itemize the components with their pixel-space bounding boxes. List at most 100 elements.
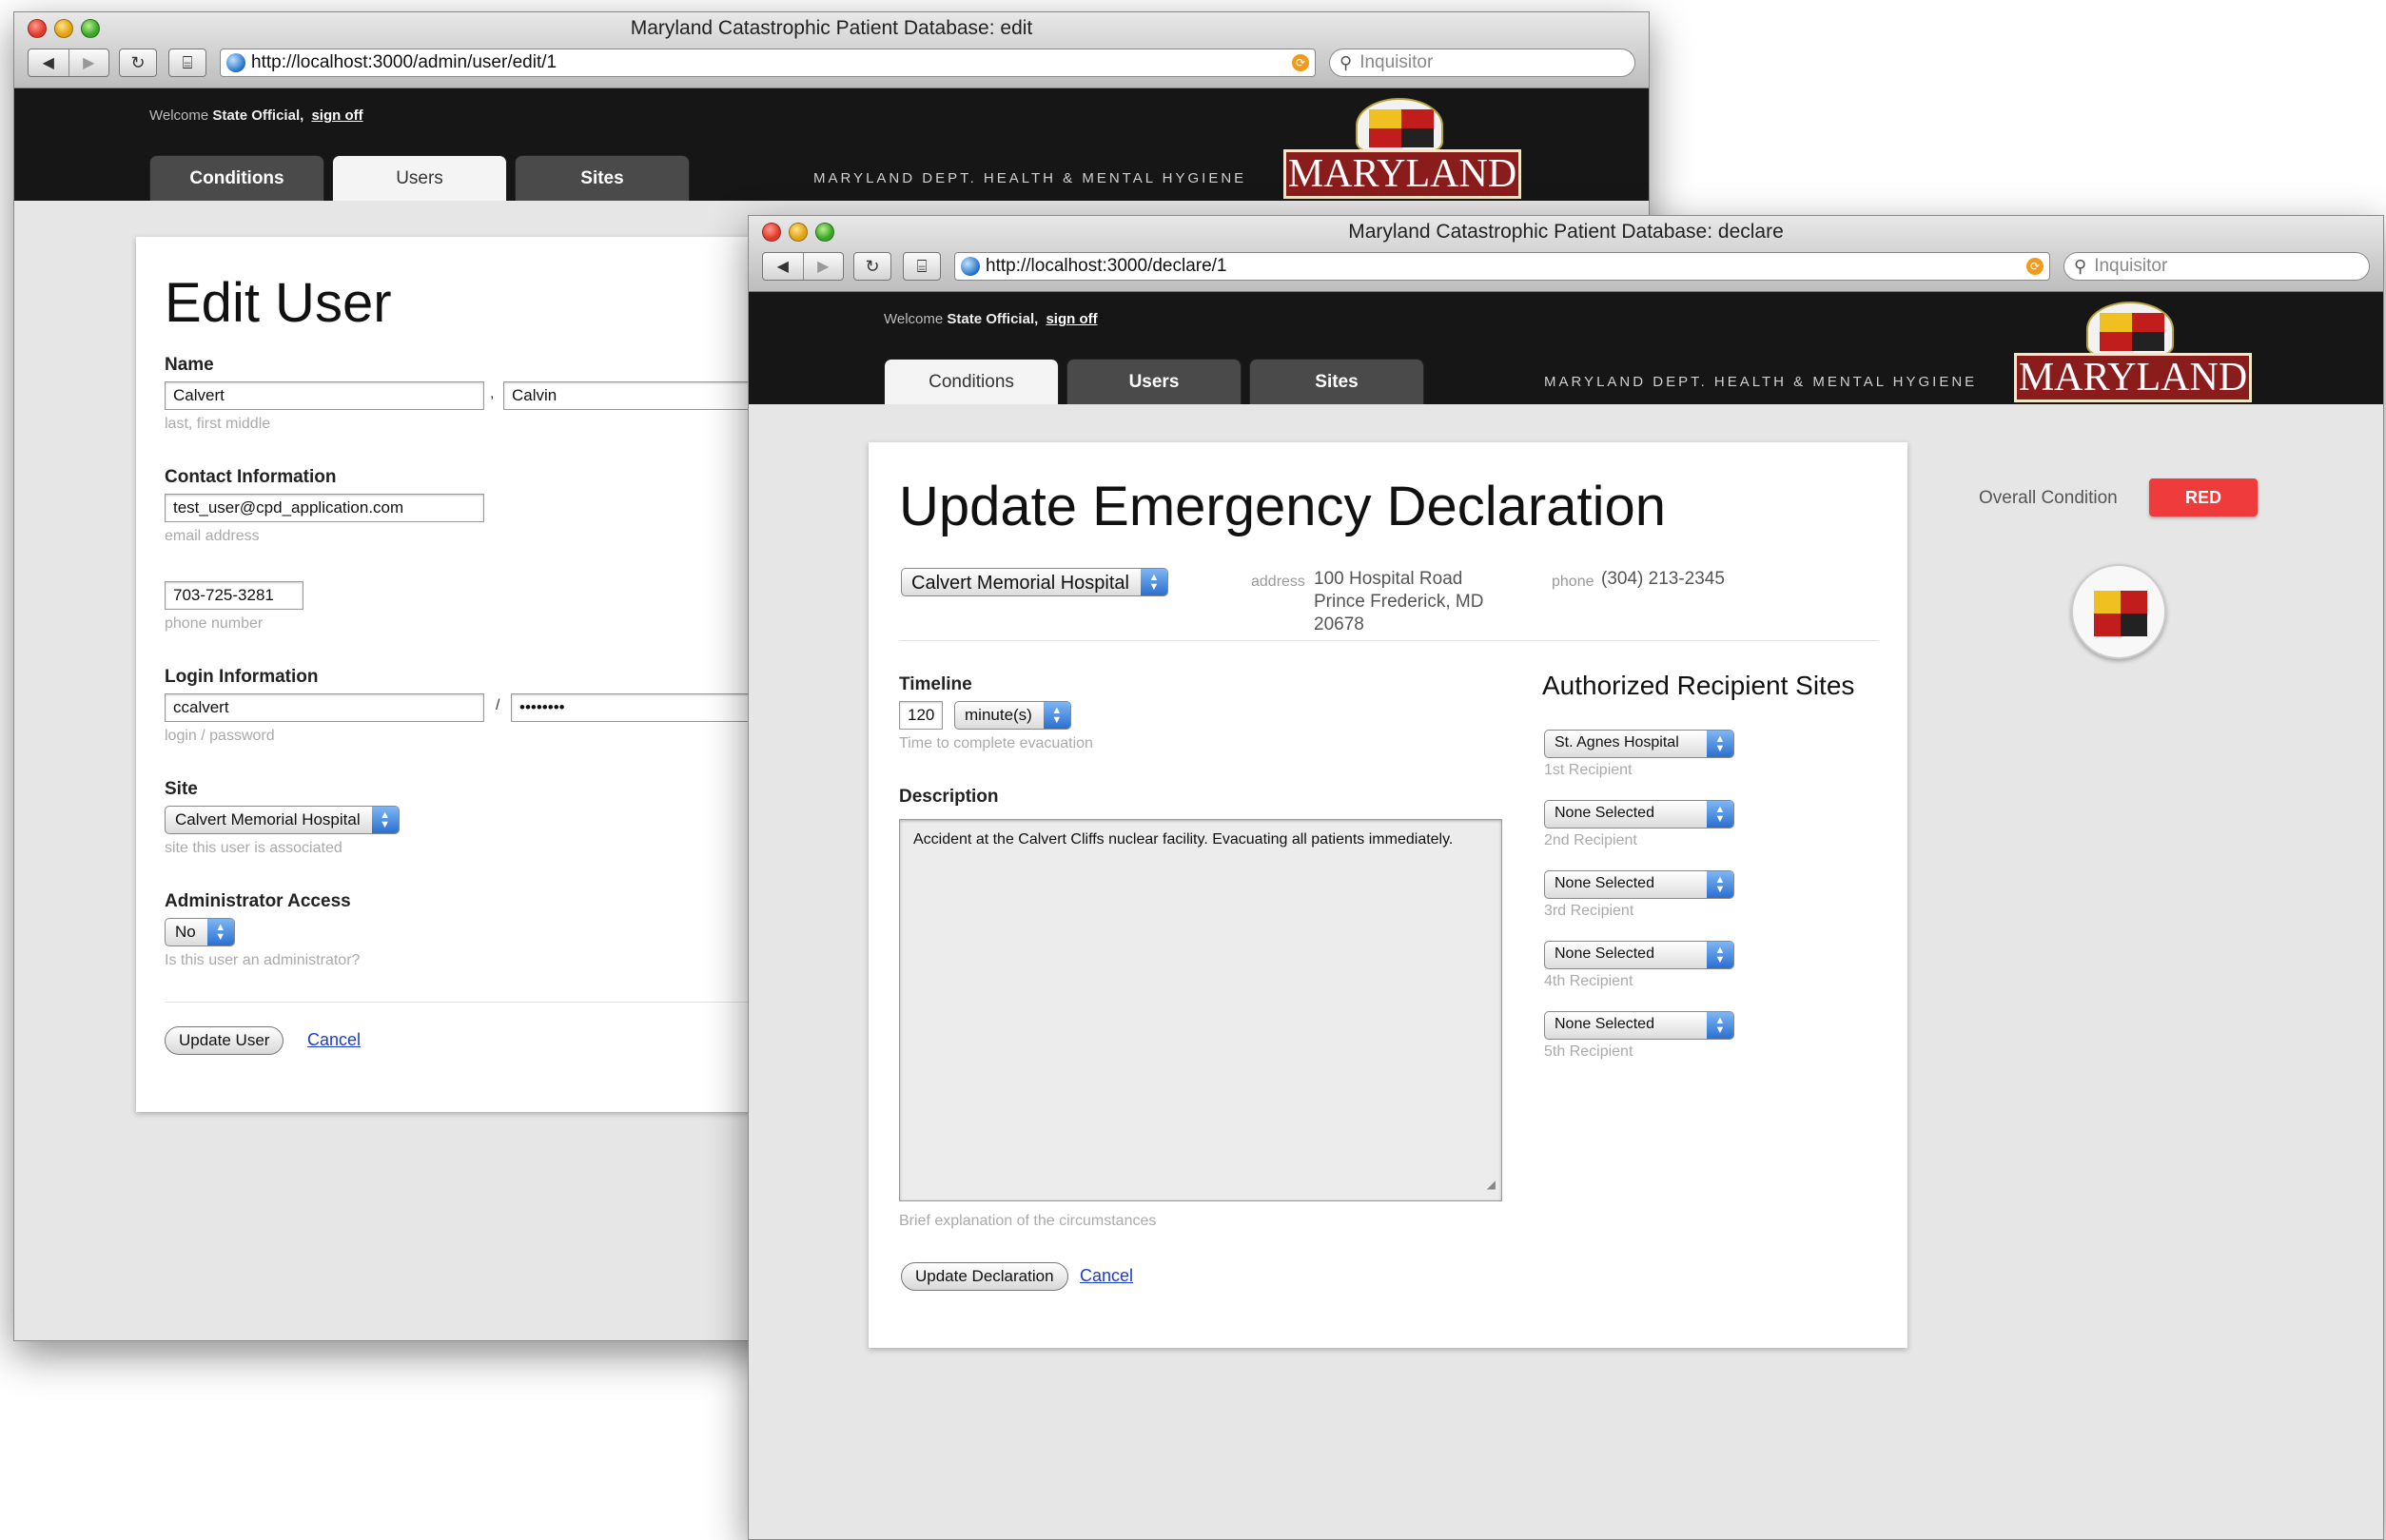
tab-users[interactable]: Users <box>1066 359 1242 404</box>
address-label: address <box>1251 574 1305 590</box>
window-title: Maryland Catastrophic Patient Database: … <box>630 17 1033 39</box>
address-bar[interactable]: http://localhost:3000/admin/user/edit/1 … <box>220 49 1316 77</box>
select-arrows-icon: ▲ ▼ <box>206 919 234 945</box>
declaration-card: Update Emergency Declaration Calvert Mem… <box>869 442 1907 1348</box>
history-buttons: ◀ ▶ <box>762 252 844 281</box>
sign-off-link[interactable]: sign off <box>1046 311 1097 327</box>
hospital-select[interactable]: Calvert Memorial Hospital ▲ ▼ <box>901 568 1168 596</box>
search-input[interactable]: ⚲ Inquisitor <box>2063 252 2370 281</box>
sign-off-link[interactable]: sign off <box>311 107 362 124</box>
forward-button[interactable]: ▶ <box>68 49 109 76</box>
back-button[interactable]: ◀ <box>29 49 68 76</box>
welcome-prefix: Welcome <box>149 107 209 124</box>
address-url: http://localhost:3000/admin/user/edit/1 <box>251 52 557 72</box>
name-separator: , <box>490 385 495 401</box>
page-title: Edit User <box>165 272 392 334</box>
search-icon: ⚲ <box>1340 52 1353 72</box>
phone-label: phone <box>1552 574 1594 590</box>
welcome-prefix: Welcome <box>884 311 944 327</box>
admin-hint: Is this user an administrator? <box>165 952 361 968</box>
recipient-label: 3rd Recipient <box>1544 903 1634 919</box>
browser-toolbar: Maryland Catastrophic Patient Database: … <box>14 12 1649 88</box>
reload-button[interactable]: ↻ <box>119 49 157 77</box>
first-name-input[interactable]: Calvin <box>503 381 789 410</box>
cancel-link[interactable]: Cancel <box>307 1030 361 1050</box>
recipient-value: None Selected <box>1555 945 1654 962</box>
last-name-input[interactable]: Calvert <box>165 381 484 410</box>
timeline-label: Timeline <box>899 674 972 694</box>
phone-field[interactable]: 703-725-3281 <box>165 581 303 610</box>
tab-users[interactable]: Users <box>332 155 507 201</box>
emergency-seal-icon <box>2071 564 2166 659</box>
admin-select[interactable]: No ▲ ▼ <box>165 918 235 946</box>
address-bar[interactable]: http://localhost:3000/declare/1 ⟳ <box>954 252 2050 281</box>
recipient-value: None Selected <box>1555 875 1654 891</box>
update-declaration-button[interactable]: Update Declaration <box>901 1262 1068 1291</box>
resize-grip-icon[interactable]: ◢ <box>1487 1175 1496 1195</box>
site-select[interactable]: Calvert Memorial Hospital ▲ ▼ <box>165 806 400 834</box>
address-url: http://localhost:3000/declare/1 <box>986 256 1227 276</box>
timeline-unit-value: minute(s) <box>965 706 1032 724</box>
timeline-unit-select[interactable]: minute(s) ▲ ▼ <box>954 701 1071 730</box>
user-name: State Official, <box>947 311 1039 327</box>
update-user-button[interactable]: Update User <box>165 1026 284 1055</box>
recipient-select-1[interactable]: St. Agnes Hospital ▲ ▼ <box>1544 730 1734 758</box>
condition-status-badge: RED <box>2149 478 2258 517</box>
forward-button[interactable]: ▶ <box>802 253 844 280</box>
search-input[interactable]: ⚲ Inquisitor <box>1329 49 1635 77</box>
description-textarea[interactable]: Accident at the Calvert Cliffs nuclear f… <box>899 819 1502 1201</box>
select-arrows-icon: ▲ ▼ <box>1707 801 1733 828</box>
rss-icon[interactable]: ⟳ <box>1292 54 1309 71</box>
reload-button[interactable]: ↻ <box>853 252 891 281</box>
maryland-logo: MARYLAND <box>1283 98 1521 199</box>
recipient-select-4[interactable]: None Selected ▲ ▼ <box>1544 941 1734 969</box>
globe-icon <box>961 257 980 276</box>
site-header: Welcome State Official, sign off Conditi… <box>749 292 2383 404</box>
search-icon: ⚲ <box>2074 256 2087 276</box>
search-placeholder: Inquisitor <box>2094 256 2168 276</box>
timeline-input[interactable]: 120 <box>899 701 943 730</box>
phone-hint: phone number <box>165 615 264 632</box>
name-label: Name <box>165 355 214 375</box>
window-title: Maryland Catastrophic Patient Database: … <box>1348 221 1784 243</box>
search-placeholder: Inquisitor <box>1359 52 1434 72</box>
welcome-text: Welcome State Official, sign off <box>149 107 363 124</box>
login-field[interactable]: ccalvert <box>165 693 484 722</box>
admin-select-value: No <box>175 923 196 941</box>
description-hint: Brief explanation of the circumstances <box>899 1213 1157 1229</box>
site-label: Site <box>165 779 198 799</box>
email-field[interactable]: test_user@cpd_application.com <box>165 494 484 522</box>
recipient-select-5[interactable]: None Selected ▲ ▼ <box>1544 1011 1734 1040</box>
department-name: MARYLAND DEPT. HEALTH & MENTAL HYGIENE <box>813 170 1247 186</box>
recipient-label: 5th Recipient <box>1544 1043 1633 1060</box>
logo-wordmark: MARYLAND <box>2014 353 2252 402</box>
cancel-link[interactable]: Cancel <box>1080 1266 1133 1286</box>
tab-conditions[interactable]: Conditions <box>149 155 324 201</box>
select-arrows-icon: ▲ ▼ <box>371 807 399 833</box>
login-separator: / <box>496 697 500 713</box>
back-button[interactable]: ◀ <box>763 253 803 280</box>
department-name: MARYLAND DEPT. HEALTH & MENTAL HYGIENE <box>1544 374 1978 390</box>
recipient-select-2[interactable]: None Selected ▲ ▼ <box>1544 800 1734 828</box>
recipient-select-3[interactable]: None Selected ▲ ▼ <box>1544 870 1734 899</box>
bookmarks-button[interactable]: ⌸ <box>903 252 941 281</box>
site-header: Welcome State Official, sign off Conditi… <box>14 88 1649 201</box>
site-hint: site this user is associated <box>165 840 342 856</box>
recipient-value: None Selected <box>1555 1016 1654 1032</box>
select-arrows-icon: ▲ ▼ <box>1707 942 1733 968</box>
bookmarks-button[interactable]: ⌸ <box>168 49 206 77</box>
globe-icon <box>226 53 245 72</box>
description-text: Accident at the Calvert Cliffs nuclear f… <box>913 831 1454 848</box>
tab-conditions[interactable]: Conditions <box>884 359 1059 404</box>
tab-sites[interactable]: Sites <box>515 155 690 201</box>
rss-icon[interactable]: ⟳ <box>2026 258 2044 275</box>
tab-sites[interactable]: Sites <box>1249 359 1424 404</box>
welcome-text: Welcome State Official, sign off <box>884 311 1098 327</box>
address-line: 20678 <box>1314 614 1364 634</box>
hospital-select-value: Calvert Memorial Hospital <box>911 573 1129 594</box>
maryland-crest-icon <box>2086 302 2174 357</box>
name-hint: last, first middle <box>165 416 271 432</box>
history-buttons: ◀ ▶ <box>28 49 109 77</box>
logo-wordmark: MARYLAND <box>1283 149 1521 199</box>
browser-toolbar: Maryland Catastrophic Patient Database: … <box>749 216 2383 292</box>
